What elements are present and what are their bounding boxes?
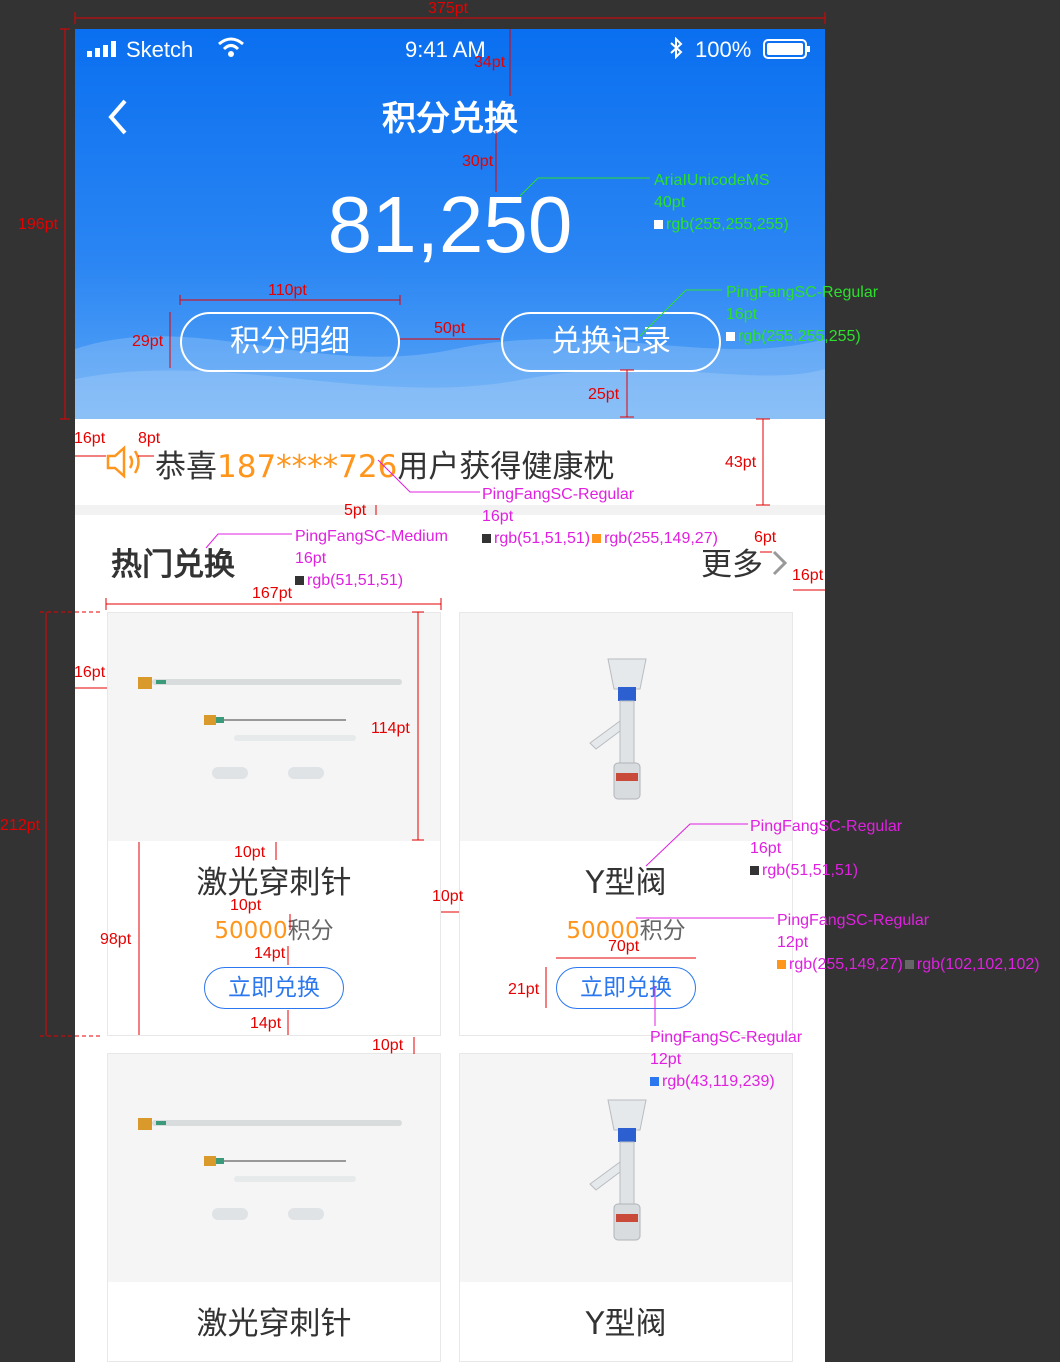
dim-top-gap: 34pt — [474, 54, 506, 71]
dim-btn-width: 70pt — [608, 938, 640, 955]
notice-font-annotation: PingFangSC-Regular 16pt rgb(51,51,51) rgb… — [482, 486, 718, 547]
dim-info-height: 98pt — [100, 931, 132, 948]
dim-row-gap: 10pt — [372, 1037, 404, 1054]
dim-notice-height: 43pt — [725, 454, 757, 471]
dim-left-margin: 16pt — [74, 430, 106, 447]
points-font-annotation: AriaIUnicodeMS 40pt rgb(255,255,255) — [654, 172, 789, 233]
dim-button-width: 110pt — [268, 282, 307, 299]
dim-header-height: 196pt — [18, 216, 59, 233]
dim-bottom-gap: 25pt — [588, 386, 620, 403]
dim-btn-height: 21pt — [508, 981, 540, 998]
name-font-annotation: PingFangSC-Regular 16pt rgb(51,51,51) — [750, 818, 903, 879]
dim-text-gap2: 10pt — [230, 897, 262, 914]
dim-section-gap: 5pt — [344, 502, 367, 519]
dim-text-gap1: 10pt — [234, 844, 266, 861]
dim-text-gap3: 14pt — [254, 945, 286, 962]
price-font-annotation: PingFangSC-Regular 12pt rgb(255,149,27) r… — [777, 912, 1040, 973]
dim-width: 375pt — [428, 0, 469, 17]
dim-icon-gap: 8pt — [138, 430, 161, 447]
dim-image-height: 114pt — [371, 720, 410, 737]
dim-text-gap4: 14pt — [250, 1015, 282, 1032]
dimension-lines — [40, 12, 826, 1054]
dim-card-width: 167pt — [252, 585, 293, 602]
button-font-annotation: PingFangSC-Regular 16pt rgb(255,255,255) — [726, 284, 879, 345]
dim-card-margin: 16pt — [74, 664, 106, 681]
dim-right-margin: 16pt — [792, 567, 824, 584]
dim-button-height: 29pt — [132, 333, 164, 350]
dim-arrow-gap: 6pt — [754, 529, 777, 546]
dim-title-gap: 30pt — [462, 153, 494, 170]
redeem-font-annotation: PingFangSC-Regular 12pt rgb(43,119,239) — [650, 1029, 803, 1090]
section-font-annotation: PingFangSC-Medium 16pt rgb(51,51,51) — [295, 528, 448, 589]
dim-card-height: 212pt — [0, 817, 41, 834]
dim-button-gap: 50pt — [434, 320, 466, 337]
dim-col-gap: 10pt — [432, 888, 464, 905]
